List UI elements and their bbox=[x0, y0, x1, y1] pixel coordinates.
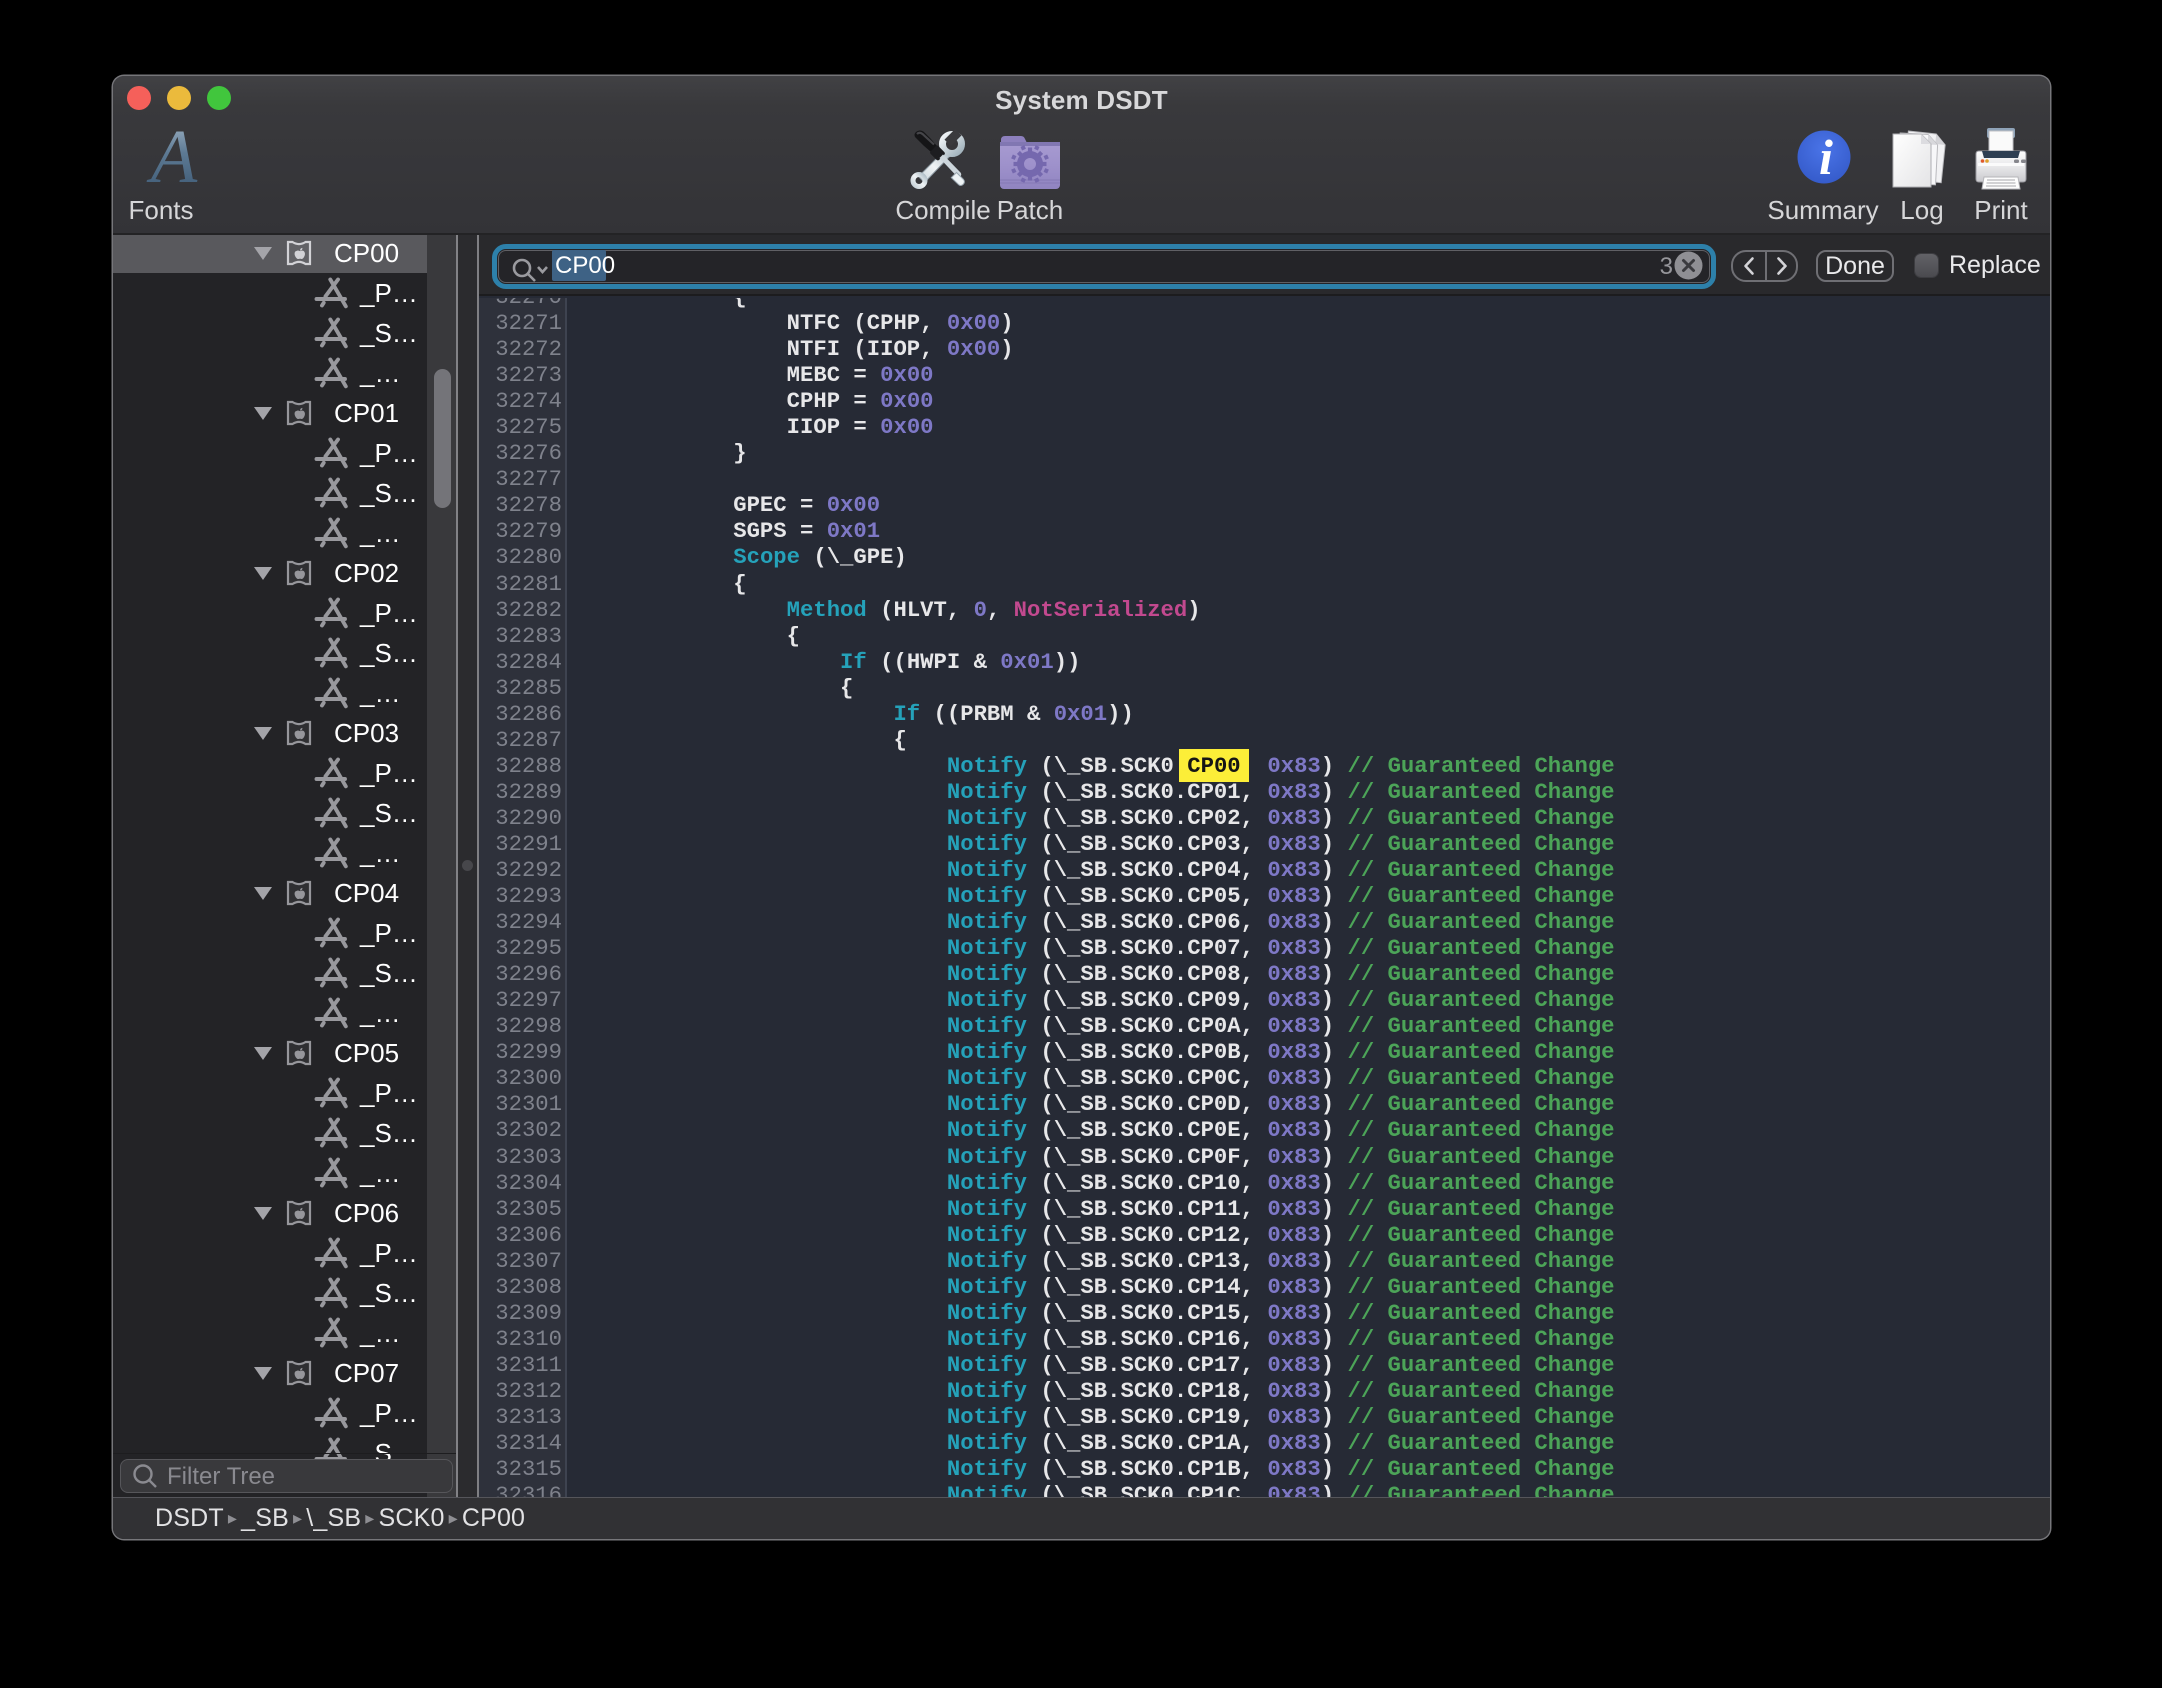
svg-text:i: i bbox=[1819, 130, 1833, 184]
svg-text:A: A bbox=[146, 126, 198, 192]
